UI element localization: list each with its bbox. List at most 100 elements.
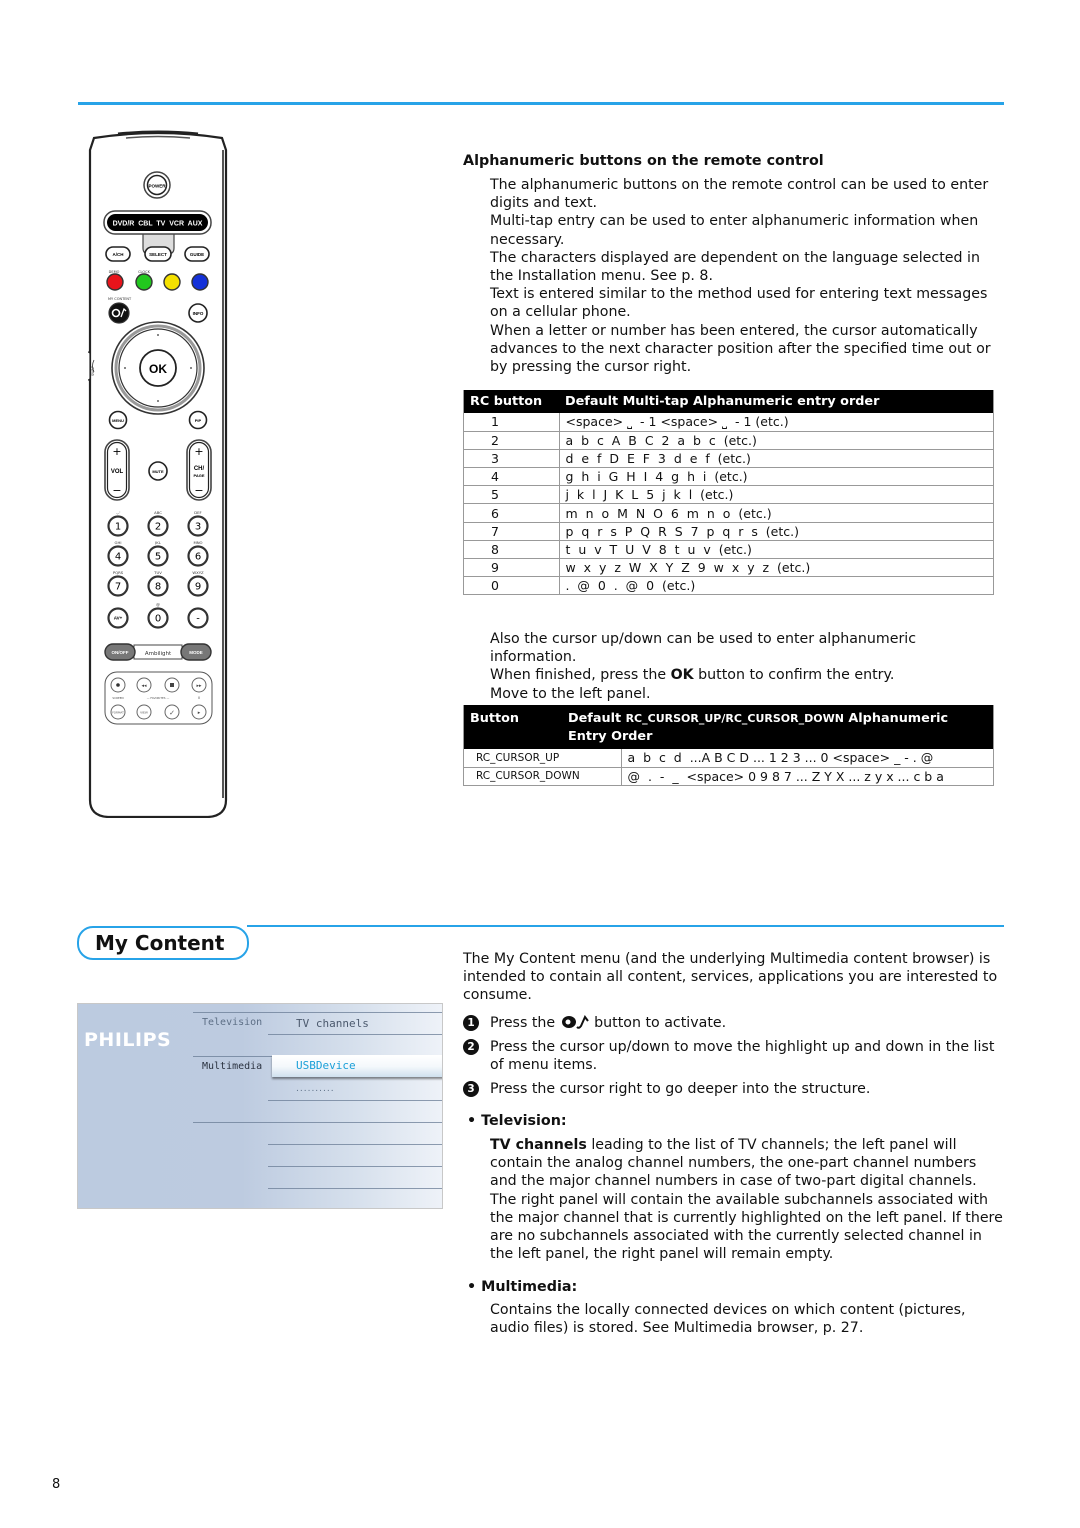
header-button: Button (464, 705, 562, 749)
table-row: RC_CURSOR_DOWN @ . - _ <space> 0 9 8 7 .… (464, 767, 993, 786)
my-content-menu-screenshot: PHILIPS Television TV channels Multimedi… (77, 1003, 443, 1209)
header-default-order: Default RC_CURSOR_UP/RC_CURSOR_DOWN Alph… (562, 705, 993, 749)
television-heading: • Television: (467, 1113, 567, 1129)
table-row: 4g h i G H I 4 g h i (etc.) (464, 467, 993, 487)
select-button[interactable]: SELECT (144, 246, 172, 262)
paragraph: Also the cursor up/down can be used to e… (490, 631, 917, 666)
svg-text:OK: OK (149, 362, 167, 376)
philips-logo: PHILIPS (84, 1029, 172, 1051)
header-rc-button: RC button (464, 390, 559, 413)
section-rule (247, 925, 1004, 927)
digit-letters: WXYZ (192, 570, 204, 575)
step-3: 3 Press the cursor right to go deeper in… (463, 1080, 1003, 1098)
paragraph: When finished, press the OK button to co… (490, 667, 895, 684)
entry-order-cell: <space> ⎵ - 1 <space> ⎵ - 1 (etc.) (559, 413, 993, 432)
television-description: TV channels leading to the list of TV ch… (490, 1137, 1003, 1263)
menu-button[interactable]: MENU (108, 410, 128, 430)
cursor-entry-description: Also the cursor up/down can be used to e… (463, 630, 1003, 703)
svg-text:−: − (112, 484, 121, 497)
info-button[interactable]: INFO (188, 303, 208, 323)
menu-item-tv-channels[interactable]: TV channels (296, 1017, 369, 1030)
green-key[interactable] (135, 273, 153, 291)
step-number: 1 (463, 1015, 479, 1031)
entry-order-cell: w x y z W X Y Z 9 w x y z (etc.) (559, 558, 993, 578)
svg-text:CH/: CH/ (194, 466, 205, 472)
rc-button-cell: 5 (464, 485, 560, 505)
table-row: 3d e f D E F 3 d e f (etc.) (464, 449, 993, 469)
rc-button-cell: 8 (464, 540, 560, 560)
my-content-intro: The My Content menu (and the underlying … (463, 951, 998, 1004)
svg-text:SCREEN: SCREEN (112, 696, 123, 700)
page-number: 8 (52, 1477, 61, 1492)
digit-letters: ABC (154, 510, 162, 515)
yellow-key[interactable] (163, 273, 181, 291)
digit-letters: TUV (153, 570, 162, 575)
svg-text:FORMAT: FORMAT (112, 711, 124, 715)
svg-text:PAGE: PAGE (193, 473, 204, 478)
menu-item-multimedia[interactable]: Multimedia (202, 1061, 262, 1072)
digit-letters: GHI (115, 540, 122, 545)
table-row: 2a b c A B C 2 a b c (etc.) (464, 431, 993, 450)
menu-item-television[interactable]: Television (202, 1017, 262, 1028)
ach-button[interactable]: A/CH (105, 246, 131, 262)
entry-order-cell: a b c A B C 2 a b c (etc.) (559, 431, 993, 450)
multimedia-description: Contains the locally connected devices o… (490, 1302, 966, 1337)
digit-label: 3 (195, 522, 201, 533)
svg-text:◂◂: ◂◂ (141, 683, 147, 689)
ok-button[interactable]: OK (139, 349, 177, 387)
rc-button-cell: 3 (464, 449, 560, 469)
alphanumeric-heading: Alphanumeric buttons on the remote contr… (463, 153, 824, 169)
digit-label: 4 (115, 552, 121, 563)
my-content-button[interactable] (108, 302, 130, 324)
multimedia-heading: • Multimedia: (467, 1279, 578, 1295)
rc-button-cell: 4 (464, 467, 560, 487)
table-row: 9w x y z W X Y Z 9 w x y z (etc.) (464, 558, 993, 578)
table-row: 8t u v T U V 8 t u v (etc.) (464, 540, 993, 560)
paragraph: Move to the left panel. (490, 685, 651, 702)
table-row: 7p q r s P Q R S 7 p q r s (etc.) (464, 522, 993, 541)
volume-rocker[interactable]: + VOL − (104, 439, 130, 501)
red-key[interactable] (106, 273, 124, 291)
mute-button[interactable]: MUTE (148, 461, 168, 481)
cursor-entry-table: Button Default RC_CURSOR_UP/RC_CURSOR_DO… (463, 705, 994, 786)
section-title: My Content (95, 931, 225, 955)
menu-item-usb-device[interactable]: USBDevice (296, 1059, 356, 1072)
guide-button[interactable]: GUIDE (184, 246, 210, 262)
digit-letters: @ (156, 602, 160, 607)
rc-button-cell: 2 (464, 431, 560, 450)
channel-rocker[interactable]: + CH/ PAGE − (186, 439, 212, 501)
ok-keyword: OK (670, 667, 694, 684)
entry-order-cell: t u v T U V 8 t u v (etc.) (559, 540, 993, 560)
svg-text:A/CH: A/CH (113, 252, 124, 257)
pip-button[interactable]: PIP (188, 410, 208, 430)
remote-control-illustration: POWER DVD/R CBL TV VCR AUX A/CH SELECT G… (83, 130, 228, 819)
rc-button-cell: 9 (464, 558, 560, 578)
header-entry-order: Default Multi-tap Alphanumeric entry ord… (559, 390, 993, 413)
digit-letters: JKL (154, 540, 162, 545)
multitap-table: RC button Default Multi-tap Alphanumeric… (463, 390, 994, 596)
step-number: 2 (463, 1039, 479, 1055)
power-button[interactable]: POWER (143, 171, 171, 199)
digit-label: 1 (115, 522, 121, 533)
table-row: RC_CURSOR_UP a b c d ...A B C D ... 1 2 … (464, 749, 993, 768)
blue-key[interactable] (191, 273, 209, 291)
menu-item-placeholder: .......... (296, 1084, 335, 1094)
table-row: 5j k l J K L 5 j k l (etc.) (464, 485, 993, 505)
entry-order-cell: d e f D E F 3 d e f (etc.) (559, 449, 993, 469)
swap-label: SWAP (91, 366, 95, 376)
digit-label: 9 (195, 582, 201, 593)
digit-button-AV+[interactable]: AV+ (107, 607, 129, 629)
digit-label: - (196, 614, 200, 625)
digit-label: 5 (155, 552, 161, 563)
digit-label: 8 (155, 582, 161, 593)
svg-text:PIP: PIP (195, 418, 202, 423)
svg-text:−: − (194, 484, 203, 497)
svg-text:GUIDE: GUIDE (190, 252, 204, 257)
svg-text:II: II (198, 696, 200, 700)
svg-text:+: + (112, 445, 121, 458)
playback-panel: ◂◂ ▸▸ SCREEN — FAVORITES — II FORMAT VIE… (104, 671, 213, 725)
digit-letters: .,-' (116, 510, 121, 515)
rc-button-cell: 7 (464, 522, 560, 541)
step-number: 3 (463, 1081, 479, 1097)
digit-button--[interactable]: - (187, 607, 209, 629)
